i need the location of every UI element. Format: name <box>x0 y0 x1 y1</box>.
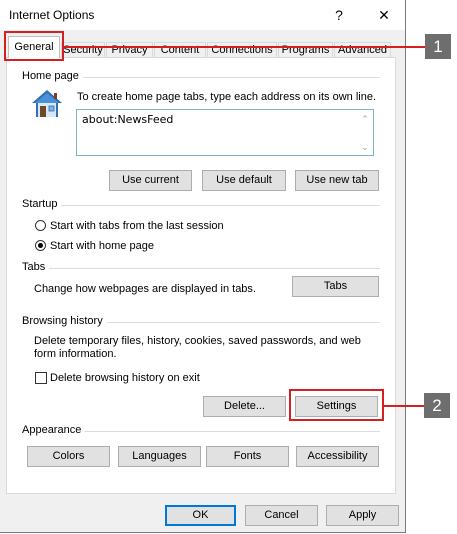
startup-last-session-radio[interactable] <box>35 220 46 231</box>
browsing-history-description-line2: form information. <box>34 348 117 360</box>
delete-on-exit-label[interactable]: Delete browsing history on exit <box>50 372 200 384</box>
use-new-tab-button[interactable]: Use new tab <box>295 170 379 191</box>
startup-home-page-radio[interactable] <box>35 240 46 251</box>
cancel-button[interactable]: Cancel <box>245 505 318 526</box>
tab-advanced[interactable]: Advanced <box>334 42 391 58</box>
accessibility-button[interactable]: Accessibility <box>296 446 379 467</box>
radio-selected-dot <box>38 243 43 248</box>
tabs-button[interactable]: Tabs <box>292 276 379 297</box>
browsing-history-description-line1: Delete temporary files, history, cookies… <box>34 335 361 347</box>
tab-programs[interactable]: Programs <box>278 42 333 58</box>
home-page-address-field[interactable]: about:NewsFeed ⌃ ⌄ <box>76 109 374 156</box>
tabs-description: Change how webpages are displayed in tab… <box>34 283 256 295</box>
use-default-button[interactable]: Use default <box>202 170 286 191</box>
tab-privacy[interactable]: Privacy <box>106 42 153 58</box>
callout-2-highlight-box <box>289 389 384 421</box>
apply-button[interactable]: Apply <box>326 505 399 526</box>
languages-button[interactable]: Languages <box>118 446 201 467</box>
help-button[interactable]: ? <box>327 4 351 26</box>
tab-security[interactable]: Security <box>61 42 105 58</box>
title-bar: Internet Options ? ✕ <box>0 0 405 30</box>
startup-home-page-label[interactable]: Start with home page <box>50 240 154 252</box>
use-current-button[interactable]: Use current <box>109 170 192 191</box>
fonts-button[interactable]: Fonts <box>206 446 289 467</box>
colors-button[interactable]: Colors <box>27 446 110 467</box>
ok-button[interactable]: OK <box>165 505 236 526</box>
tabs-group-label: Tabs <box>22 261 50 273</box>
home-page-group-label: Home page <box>22 70 83 82</box>
delete-on-exit-checkbox[interactable] <box>35 372 47 384</box>
home-page-address-value[interactable]: about:NewsFeed <box>82 113 173 126</box>
startup-last-session-label[interactable]: Start with tabs from the last session <box>50 220 224 232</box>
address-scrollbar[interactable]: ⌃ ⌄ <box>357 110 373 155</box>
startup-group-label: Startup <box>22 198 62 210</box>
callout-2-badge: 2 <box>424 393 450 418</box>
callout-2-leader-line <box>384 405 425 407</box>
delete-button[interactable]: Delete... <box>203 396 286 417</box>
scroll-down-icon[interactable]: ⌄ <box>357 140 373 154</box>
house-icon <box>30 88 64 120</box>
close-button[interactable]: ✕ <box>372 4 396 26</box>
tab-content[interactable]: Content <box>154 42 206 58</box>
window-title: Internet Options <box>9 8 95 22</box>
tab-connections[interactable]: Connections <box>207 42 277 58</box>
tabs-divider <box>24 268 380 269</box>
startup-divider <box>24 205 380 206</box>
browsing-history-group-label: Browsing history <box>22 315 107 327</box>
callout-1-badge: 1 <box>425 34 451 59</box>
home-page-instruction: To create home page tabs, type each addr… <box>77 91 377 103</box>
appearance-group-label: Appearance <box>22 424 86 436</box>
scroll-up-icon[interactable]: ⌃ <box>357 112 373 126</box>
callout-1-leader-line <box>64 46 426 48</box>
tab-general[interactable]: General <box>8 36 60 58</box>
internet-options-window: Internet Options ? ✕ Security Privacy Co… <box>0 0 406 533</box>
